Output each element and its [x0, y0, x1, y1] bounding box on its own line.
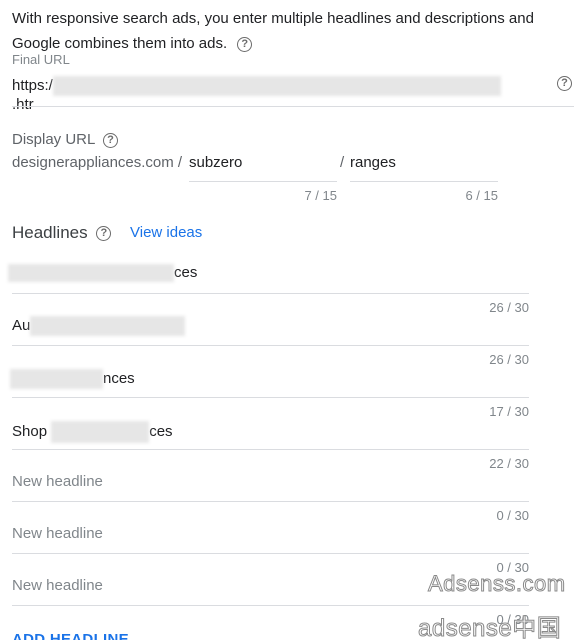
headline-suffix: ces: [174, 264, 198, 282]
headline-counter-2: 26 / 30: [489, 352, 529, 367]
headline-underline-4: [12, 449, 529, 450]
help-icon[interactable]: ?: [237, 36, 253, 52]
headline-underline-2: [12, 345, 529, 346]
final-url-suffix: .htr: [12, 96, 34, 113]
headline-input-4[interactable]: Shop ces: [12, 421, 173, 443]
redacted-text: [10, 369, 103, 389]
display-url-domain: designerappliances.com /: [12, 154, 183, 171]
headline-underline-6: [12, 553, 529, 554]
final-url-prefix: https:/: [12, 77, 53, 95]
watermark-line-2: adsense中国: [417, 615, 562, 640]
final-url-help-icon[interactable]: ?: [557, 76, 572, 91]
final-url-label: Final URL: [12, 52, 70, 67]
path2-counter: 6 / 15: [465, 188, 498, 203]
headlines-heading: Headlines ?: [12, 223, 112, 243]
path1-underline: [189, 181, 337, 182]
view-ideas-link[interactable]: View ideas: [130, 224, 202, 241]
redacted-text: [51, 421, 150, 443]
add-headline-button[interactable]: ADD HEADLINE: [12, 631, 129, 640]
headline-prefix: Au: [12, 317, 31, 335]
display-url-heading: Display URL ?: [12, 131, 118, 148]
headline-input-5[interactable]: New headline: [12, 473, 103, 490]
path1-input[interactable]: subzero: [189, 154, 337, 178]
headline-underline-5: [12, 501, 529, 502]
path1-counter: 7 / 15: [304, 188, 337, 203]
path2-input[interactable]: ranges: [350, 154, 498, 178]
headline-suffix: nces: [103, 370, 135, 388]
headline-counter-5: 0 / 30: [496, 508, 529, 523]
intro-description: With responsive search ads, you enter mu…: [12, 10, 534, 52]
display-url-help-icon[interactable]: ?: [102, 132, 118, 148]
headline-counter-1: 26 / 30: [489, 300, 529, 315]
headline-underline-7: [12, 605, 529, 606]
intro-text: With responsive search ads, you enter mu…: [12, 6, 552, 56]
headline-suffix: ces: [149, 423, 173, 441]
headline-counter-4: 22 / 30: [489, 456, 529, 471]
redacted-url: [52, 76, 501, 96]
display-url-label: Display URL: [12, 131, 95, 148]
headline-prefix: Shop: [12, 423, 52, 441]
headline-input-6[interactable]: New headline: [12, 525, 103, 542]
final-url-input[interactable]: https:/.htr: [12, 76, 522, 113]
headline-input-2[interactable]: Au: [12, 316, 186, 338]
path-separator: /: [340, 154, 345, 171]
headline-input-7[interactable]: New headline: [12, 577, 103, 594]
headline-input-1[interactable]: ces: [8, 264, 197, 286]
responsive-search-ad-form: With responsive search ads, you enter mu…: [0, 0, 584, 640]
headline-underline-3: [12, 397, 529, 398]
headlines-title: Headlines: [12, 223, 88, 242]
headline-underline-1: [12, 293, 529, 294]
redacted-text: [8, 264, 174, 282]
path2-underline: [350, 181, 498, 182]
redacted-text: [30, 316, 186, 336]
headline-input-3[interactable]: nces: [10, 369, 135, 391]
headlines-help-icon[interactable]: ?: [96, 226, 112, 242]
headline-counter-3: 17 / 30: [489, 404, 529, 419]
final-url-underline: [12, 106, 574, 107]
watermark-line-1: Adsenss.com: [428, 571, 566, 597]
